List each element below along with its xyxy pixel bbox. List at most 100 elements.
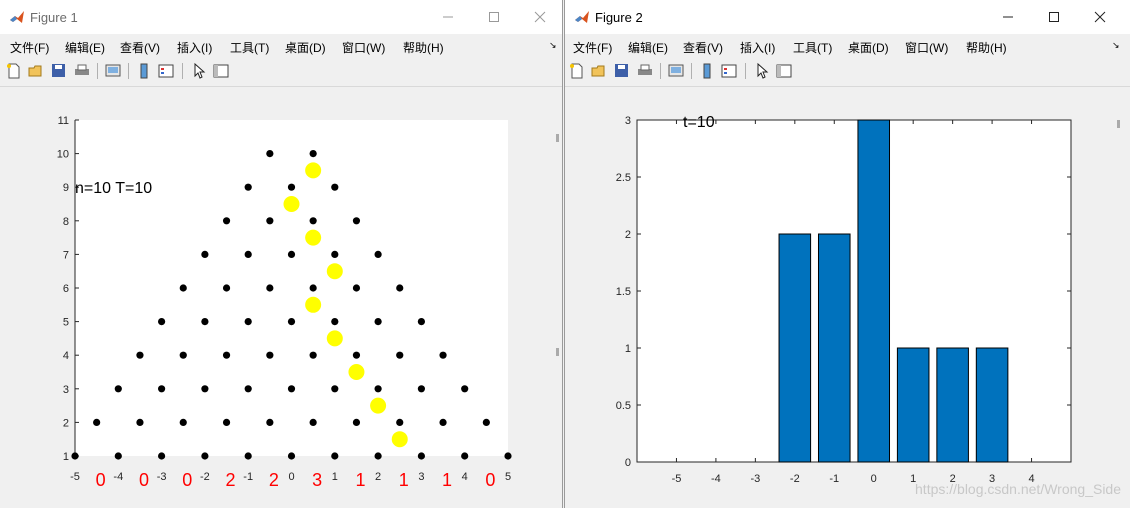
ball-path-point bbox=[283, 196, 300, 212]
bin-count-label: 2 bbox=[226, 470, 236, 490]
ball-path-point bbox=[348, 364, 365, 380]
annotation-text: n=10 T=10 bbox=[75, 180, 152, 197]
peg-point bbox=[417, 385, 425, 393]
y-tick-label: 0.5 bbox=[616, 400, 631, 412]
peg-point bbox=[417, 318, 425, 326]
x-tick-label: 5 bbox=[505, 471, 511, 483]
y-tick-label: 4 bbox=[63, 350, 69, 362]
bin-count-label: 1 bbox=[355, 470, 365, 490]
x-tick-label: -3 bbox=[157, 471, 167, 483]
peg-point bbox=[222, 418, 231, 426]
bin-count-label: 0 bbox=[182, 470, 192, 490]
peg-point bbox=[266, 284, 274, 292]
y-tick-label: 2 bbox=[625, 229, 631, 241]
peg-point bbox=[244, 385, 252, 393]
peg-point bbox=[396, 351, 404, 359]
peg-point bbox=[331, 318, 339, 326]
peg-point bbox=[71, 452, 79, 460]
peg-point bbox=[244, 183, 252, 191]
peg-point bbox=[352, 284, 361, 292]
y-tick-label: 3 bbox=[63, 384, 69, 396]
bar bbox=[936, 347, 969, 463]
peg-point bbox=[352, 351, 361, 359]
y-tick-label: 8 bbox=[63, 216, 69, 228]
peg-point bbox=[158, 385, 166, 393]
y-tick-label: 1 bbox=[63, 451, 69, 463]
peg-point bbox=[93, 418, 101, 426]
x-tick-label: 4 bbox=[462, 471, 468, 483]
peg-point bbox=[244, 452, 252, 460]
bar bbox=[817, 233, 851, 463]
x-tick-label: 3 bbox=[418, 471, 424, 483]
y-tick-label: 5 bbox=[63, 317, 69, 329]
peg-point bbox=[331, 452, 339, 460]
peg-point bbox=[287, 318, 296, 326]
y-tick-label: 2.5 bbox=[616, 172, 631, 184]
bar bbox=[778, 233, 812, 463]
x-tick-label: 0 bbox=[871, 473, 877, 485]
peg-point bbox=[309, 284, 317, 292]
peg-point bbox=[417, 452, 425, 460]
ball-path-point bbox=[305, 162, 322, 179]
x-tick-label: -4 bbox=[711, 473, 721, 485]
bin-count-label: 1 bbox=[399, 470, 409, 490]
bin-count-label: 0 bbox=[96, 470, 106, 490]
resize-marker bbox=[556, 134, 559, 142]
y-tick-label: 6 bbox=[63, 283, 69, 295]
figure1-axes: 1234567891011-5 -4 -3 -2 -1 0 1 2 3 4 50 0 0 2 2 3 1 1 1 0n… bbox=[57, 115, 512, 490]
peg-point bbox=[244, 250, 252, 258]
x-tick-label: -3 bbox=[750, 473, 760, 485]
peg-point bbox=[179, 284, 187, 292]
annotation-text: t=10 bbox=[683, 114, 715, 131]
y-tick-label: 10 bbox=[57, 149, 69, 161]
peg-point bbox=[374, 250, 382, 258]
peg-point bbox=[158, 318, 166, 326]
peg-point bbox=[266, 217, 274, 225]
y-tick-label: 1 bbox=[625, 343, 631, 355]
y-tick-label: 1.5 bbox=[616, 286, 631, 298]
peg-point bbox=[201, 318, 209, 326]
peg-point bbox=[287, 250, 296, 258]
bin-count-label: 0 bbox=[139, 470, 149, 490]
bar bbox=[857, 119, 891, 463]
resize-marker bbox=[1117, 120, 1120, 128]
peg-point bbox=[287, 183, 296, 191]
peg-point bbox=[222, 351, 231, 359]
peg-point bbox=[136, 418, 144, 426]
peg-point bbox=[244, 318, 252, 326]
bar bbox=[896, 347, 930, 463]
peg-point bbox=[439, 351, 447, 359]
peg-point bbox=[374, 385, 382, 393]
peg-point bbox=[309, 351, 317, 359]
x-tick-label: 2 bbox=[375, 471, 381, 483]
figure1-window: Figure 1 文件(F) 编辑(E) 查看(V) 插入(I) 工具(T) 桌… bbox=[0, 0, 563, 508]
peg-point bbox=[461, 385, 469, 393]
y-tick-label: 3 bbox=[625, 115, 631, 127]
ball-path-point bbox=[326, 263, 343, 280]
peg-point bbox=[331, 183, 339, 191]
x-tick-label: -5 bbox=[70, 471, 80, 483]
figure2-window: Figure 2 文件(F) 编辑(E) 查看(V) 插入(I) 工具(T) 桌… bbox=[564, 0, 1130, 508]
peg-point bbox=[266, 150, 274, 158]
peg-point bbox=[352, 418, 361, 426]
ball-path-point bbox=[326, 330, 343, 347]
peg-point bbox=[374, 452, 382, 460]
peg-point bbox=[309, 418, 317, 426]
bin-count-label: 0 bbox=[485, 470, 495, 490]
x-tick-label: -4 bbox=[113, 471, 123, 483]
bar bbox=[975, 347, 1009, 463]
x-tick-label: 1 bbox=[332, 471, 338, 483]
figure2-axes: 00.511.522.53-5 -4 -3 -2 -1 0 1 2 3 4t=10https://… bbox=[616, 114, 1122, 497]
x-tick-label: -2 bbox=[200, 471, 210, 483]
peg-point bbox=[396, 418, 404, 426]
peg-point bbox=[266, 418, 274, 426]
peg-point bbox=[309, 150, 317, 158]
y-tick-label: 11 bbox=[58, 115, 69, 127]
bin-count-label: 2 bbox=[269, 470, 279, 490]
peg-point bbox=[179, 351, 187, 359]
peg-point bbox=[439, 418, 447, 426]
bin-count-label: 3 bbox=[312, 470, 322, 490]
peg-point bbox=[136, 351, 144, 359]
y-tick-label: 0 bbox=[625, 457, 631, 469]
x-tick-label: -2 bbox=[790, 473, 800, 485]
